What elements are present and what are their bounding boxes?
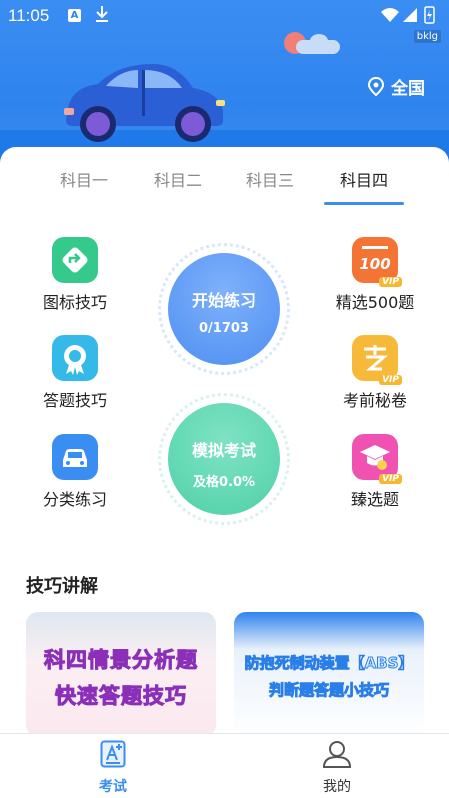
nav-label: 考试: [99, 779, 127, 795]
feature-label: 答题技巧: [42, 391, 107, 410]
tab-underline: [324, 202, 404, 205]
start-practice-button[interactable]: 开始练习 0/1703: [168, 253, 280, 365]
feature-premium-questions[interactable]: VIP 臻选题: [320, 434, 430, 510]
nav-label: 我的: [323, 779, 351, 795]
exam-icon: VIP: [352, 335, 402, 385]
location-label: 全国: [391, 79, 425, 99]
feature-pre-exam-secrets[interactable]: VIP 考前秘卷: [320, 335, 430, 411]
watermark-badge: bklg: [413, 30, 441, 43]
vip-badge: VIP: [379, 277, 402, 287]
cloud-puff-icon: [310, 34, 328, 48]
user-icon: [322, 741, 352, 768]
feature-selected-500[interactable]: 100 VIP 精选500题: [320, 237, 430, 313]
tip-banner-abs[interactable]: 防抱死制动装置【ABS】 判断题答题小技巧: [234, 612, 424, 737]
signpost-icon: [52, 237, 98, 283]
car-illustration-icon: [58, 58, 233, 152]
banner-line2: 判断题答题小技巧: [268, 681, 389, 700]
nav-mine[interactable]: 我的: [292, 740, 382, 796]
wifi-icon: [381, 8, 399, 22]
status-icons: [381, 6, 441, 28]
svg-text:100: 100: [359, 255, 390, 273]
subject-tabs: 科目一 科目二 科目三 科目四: [0, 167, 449, 207]
signal-icon: [403, 8, 417, 22]
100-icon: 100 VIP: [352, 237, 402, 287]
status-bar: 11:05 A: [0, 0, 449, 30]
feature-category-practice[interactable]: 分类练习: [20, 434, 130, 510]
feature-label: 图标技巧: [42, 293, 107, 312]
nav-exam[interactable]: 考试: [68, 740, 158, 796]
mock-exam-pass-rate: 及格0.0%: [192, 475, 256, 490]
tab-subject-1[interactable]: 科目一: [44, 167, 124, 191]
tab-subject-3[interactable]: 科目三: [230, 167, 310, 191]
banner-line1: 科四情景分析题: [44, 648, 198, 673]
tab-subject-4[interactable]: 科目四: [324, 167, 404, 191]
exam-tab-icon: [100, 740, 126, 768]
mock-exam-button[interactable]: 模拟考试 及格0.0%: [168, 403, 280, 515]
tab-subject-2[interactable]: 科目二: [138, 167, 218, 191]
location-selector[interactable]: 全国: [367, 74, 425, 99]
vip-badge: VIP: [379, 375, 402, 385]
tip-banner-scenario[interactable]: 科四情景分析题 快速答题技巧: [26, 612, 216, 737]
feature-answer-tips[interactable]: 答题技巧: [20, 335, 130, 411]
vip-badge: VIP: [379, 474, 402, 484]
notification-a-icon: A: [68, 9, 81, 22]
main-card: 科目一 科目二 科目三 科目四 图标技巧 答题技巧 分类练习 100 VIP 精…: [0, 147, 449, 737]
car-icon: [52, 434, 98, 480]
section-title: 技巧讲解: [26, 576, 98, 597]
practice-progress: 0/1703: [199, 321, 249, 336]
feature-label: 精选500题: [335, 293, 415, 312]
banner-line1: 防抱死制动装置【ABS】: [244, 654, 414, 673]
location-pin-icon: [367, 76, 385, 96]
feature-label: 分类练习: [42, 490, 107, 509]
grad-cap-icon: VIP: [352, 434, 402, 484]
status-time: 11:05: [8, 6, 50, 25]
feature-sign-tips[interactable]: 图标技巧: [20, 237, 130, 313]
download-icon: [95, 5, 109, 27]
ribbon-icon: [52, 335, 98, 381]
feature-label: 考前秘卷: [342, 391, 407, 410]
banner-line2: 快速答题技巧: [55, 684, 187, 709]
bottom-nav: 考试 我的: [0, 733, 449, 798]
feature-label: 臻选题: [350, 490, 399, 509]
mock-exam-title: 模拟考试: [191, 441, 256, 460]
practice-title: 开始练习: [191, 291, 256, 310]
